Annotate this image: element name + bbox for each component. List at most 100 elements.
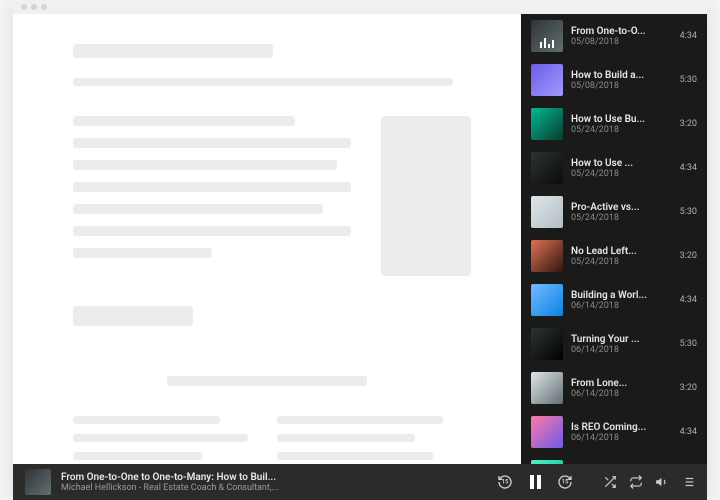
track-meta: Building a Worl...06/14/2018 [571,290,672,311]
track-title: How to Use ... [571,158,672,169]
playlist-track[interactable]: No Lead Left...05/24/2018 3:20 [521,234,707,278]
transport-controls: 15 15 [497,474,573,490]
track-date: 06/14/2018 [571,389,672,399]
track-thumbnail [531,20,563,52]
skeleton-line [73,160,337,170]
track-thumbnail [531,284,563,316]
track-date: 06/14/2018 [571,433,672,443]
track-date: 06/14/2018 [571,301,672,311]
track-duration: 4:34 [680,31,697,41]
skeleton-line [73,416,220,424]
track-title: From Lone... [571,378,672,389]
skeleton-line [73,138,351,148]
track-date: 05/08/2018 [571,81,672,91]
track-thumbnail [531,108,563,140]
track-date: 06/14/2018 [571,345,672,355]
playlist-track[interactable]: How to Build a...05/08/2018 5:30 [521,58,707,102]
track-thumbnail [531,152,563,184]
volume-button[interactable] [655,475,669,489]
skeleton-line [73,434,248,442]
skeleton-line [73,116,295,126]
playlist-track[interactable]: Team Retention...06/14/20185:30 [521,454,707,464]
track-thumbnail [531,328,563,360]
skeleton-image [381,116,471,276]
track-duration: 3:20 [680,383,697,393]
playlist-track[interactable]: Is REO Coming...06/14/2018 4:34 [521,410,707,454]
skeleton-line [73,248,212,258]
repeat-button[interactable] [629,475,643,489]
skeleton-line [73,182,351,192]
track-duration: 5:30 [680,339,697,349]
playlist-track[interactable]: How to Use ...05/24/2018 4:34 [521,146,707,190]
track-date: 05/24/2018 [571,213,672,223]
playlist-track[interactable]: Pro-Active vs...05/24/2018 5:30 [521,190,707,234]
track-meta: How to Use ...05/24/2018 [571,158,672,179]
skip-back-button[interactable]: 15 [497,474,513,490]
skeleton-subheading [73,78,453,86]
secondary-controls [603,475,695,489]
track-title: How to Build a... [571,70,672,81]
skeleton-line [277,416,443,424]
track-duration: 3:20 [680,119,697,129]
traffic-light-close[interactable] [21,4,27,10]
skeleton-divider [167,376,367,386]
skeleton-line [73,226,351,236]
playlist-track[interactable]: Building a Worl...06/14/2018 4:34 [521,278,707,322]
track-meta: Turning Your ...06/14/2018 [571,334,672,355]
skip-back-label: 15 [502,479,509,486]
pause-button[interactable] [527,474,543,490]
track-duration: 5:30 [680,75,697,85]
track-meta: How to Build a...05/08/2018 [571,70,672,91]
playlist-panel[interactable]: From One-to-O...05/08/20184:34How to Bui… [521,14,707,464]
track-thumbnail [531,372,563,404]
now-playing-meta: From One-to-One to One-to-Many: How to B… [61,472,279,493]
track-title: How to Use Bu... [571,114,672,125]
now-playing-artist: Michael Hellickson - Real Estate Coach &… [61,483,279,493]
track-meta: From Lone...06/14/2018 [571,378,672,399]
skeleton-button [73,306,193,326]
track-title: No Lead Left... [571,246,672,257]
track-thumbnail [531,64,563,96]
titlebar [13,0,707,14]
track-date: 05/08/2018 [571,37,672,47]
track-thumbnail [531,416,563,448]
track-meta: How to Use Bu...05/24/2018 [571,114,672,135]
track-thumbnail [531,196,563,228]
playlist-track[interactable]: From One-to-O...05/08/2018 4:34 [521,14,707,58]
track-duration: 3:20 [680,251,697,261]
now-playing-title: From One-to-One to One-to-Many: How to B… [61,472,279,483]
track-duration: 5:30 [680,207,697,217]
track-meta: No Lead Left...05/24/2018 [571,246,672,267]
track-title: Pro-Active vs... [571,202,672,213]
track-date: 05/24/2018 [571,125,672,135]
track-meta: From One-to-O...05/08/2018 [571,26,672,47]
track-thumbnail [531,240,563,272]
skeleton-body [73,116,481,276]
playlist-track[interactable]: How to Use Bu...05/24/2018 3:20 [521,102,707,146]
playlist-track[interactable]: Turning Your ...06/14/2018 5:30 [521,322,707,366]
now-playing-thumbnail[interactable] [25,469,51,495]
track-title: Building a Worl... [571,290,672,301]
traffic-light-minimize[interactable] [31,4,37,10]
track-duration: 4:34 [680,427,697,437]
traffic-light-zoom[interactable] [41,4,47,10]
main-panel [13,14,521,464]
track-meta: Is REO Coming...06/14/2018 [571,422,672,443]
track-title: Is REO Coming... [571,422,672,433]
skip-fwd-label: 15 [562,479,569,486]
track-duration: 4:34 [680,295,697,305]
player-bar: From One-to-One to One-to-Many: How to B… [13,464,707,500]
shuffle-button[interactable] [603,475,617,489]
track-title: Turning Your ... [571,334,672,345]
track-meta: Pro-Active vs...05/24/2018 [571,202,672,223]
skeleton-line [73,204,323,214]
skeleton-line [73,452,202,460]
now-playing-indicator-icon [540,38,554,48]
app-window: From One-to-O...05/08/20184:34How to Bui… [13,0,707,500]
track-title: From One-to-O... [571,26,672,37]
track-date: 05/24/2018 [571,169,672,179]
playlist-track[interactable]: From Lone...06/14/2018 3:20 [521,366,707,410]
skip-forward-button[interactable]: 15 [557,474,573,490]
track-duration: 4:34 [680,163,697,173]
queue-button[interactable] [681,475,695,489]
